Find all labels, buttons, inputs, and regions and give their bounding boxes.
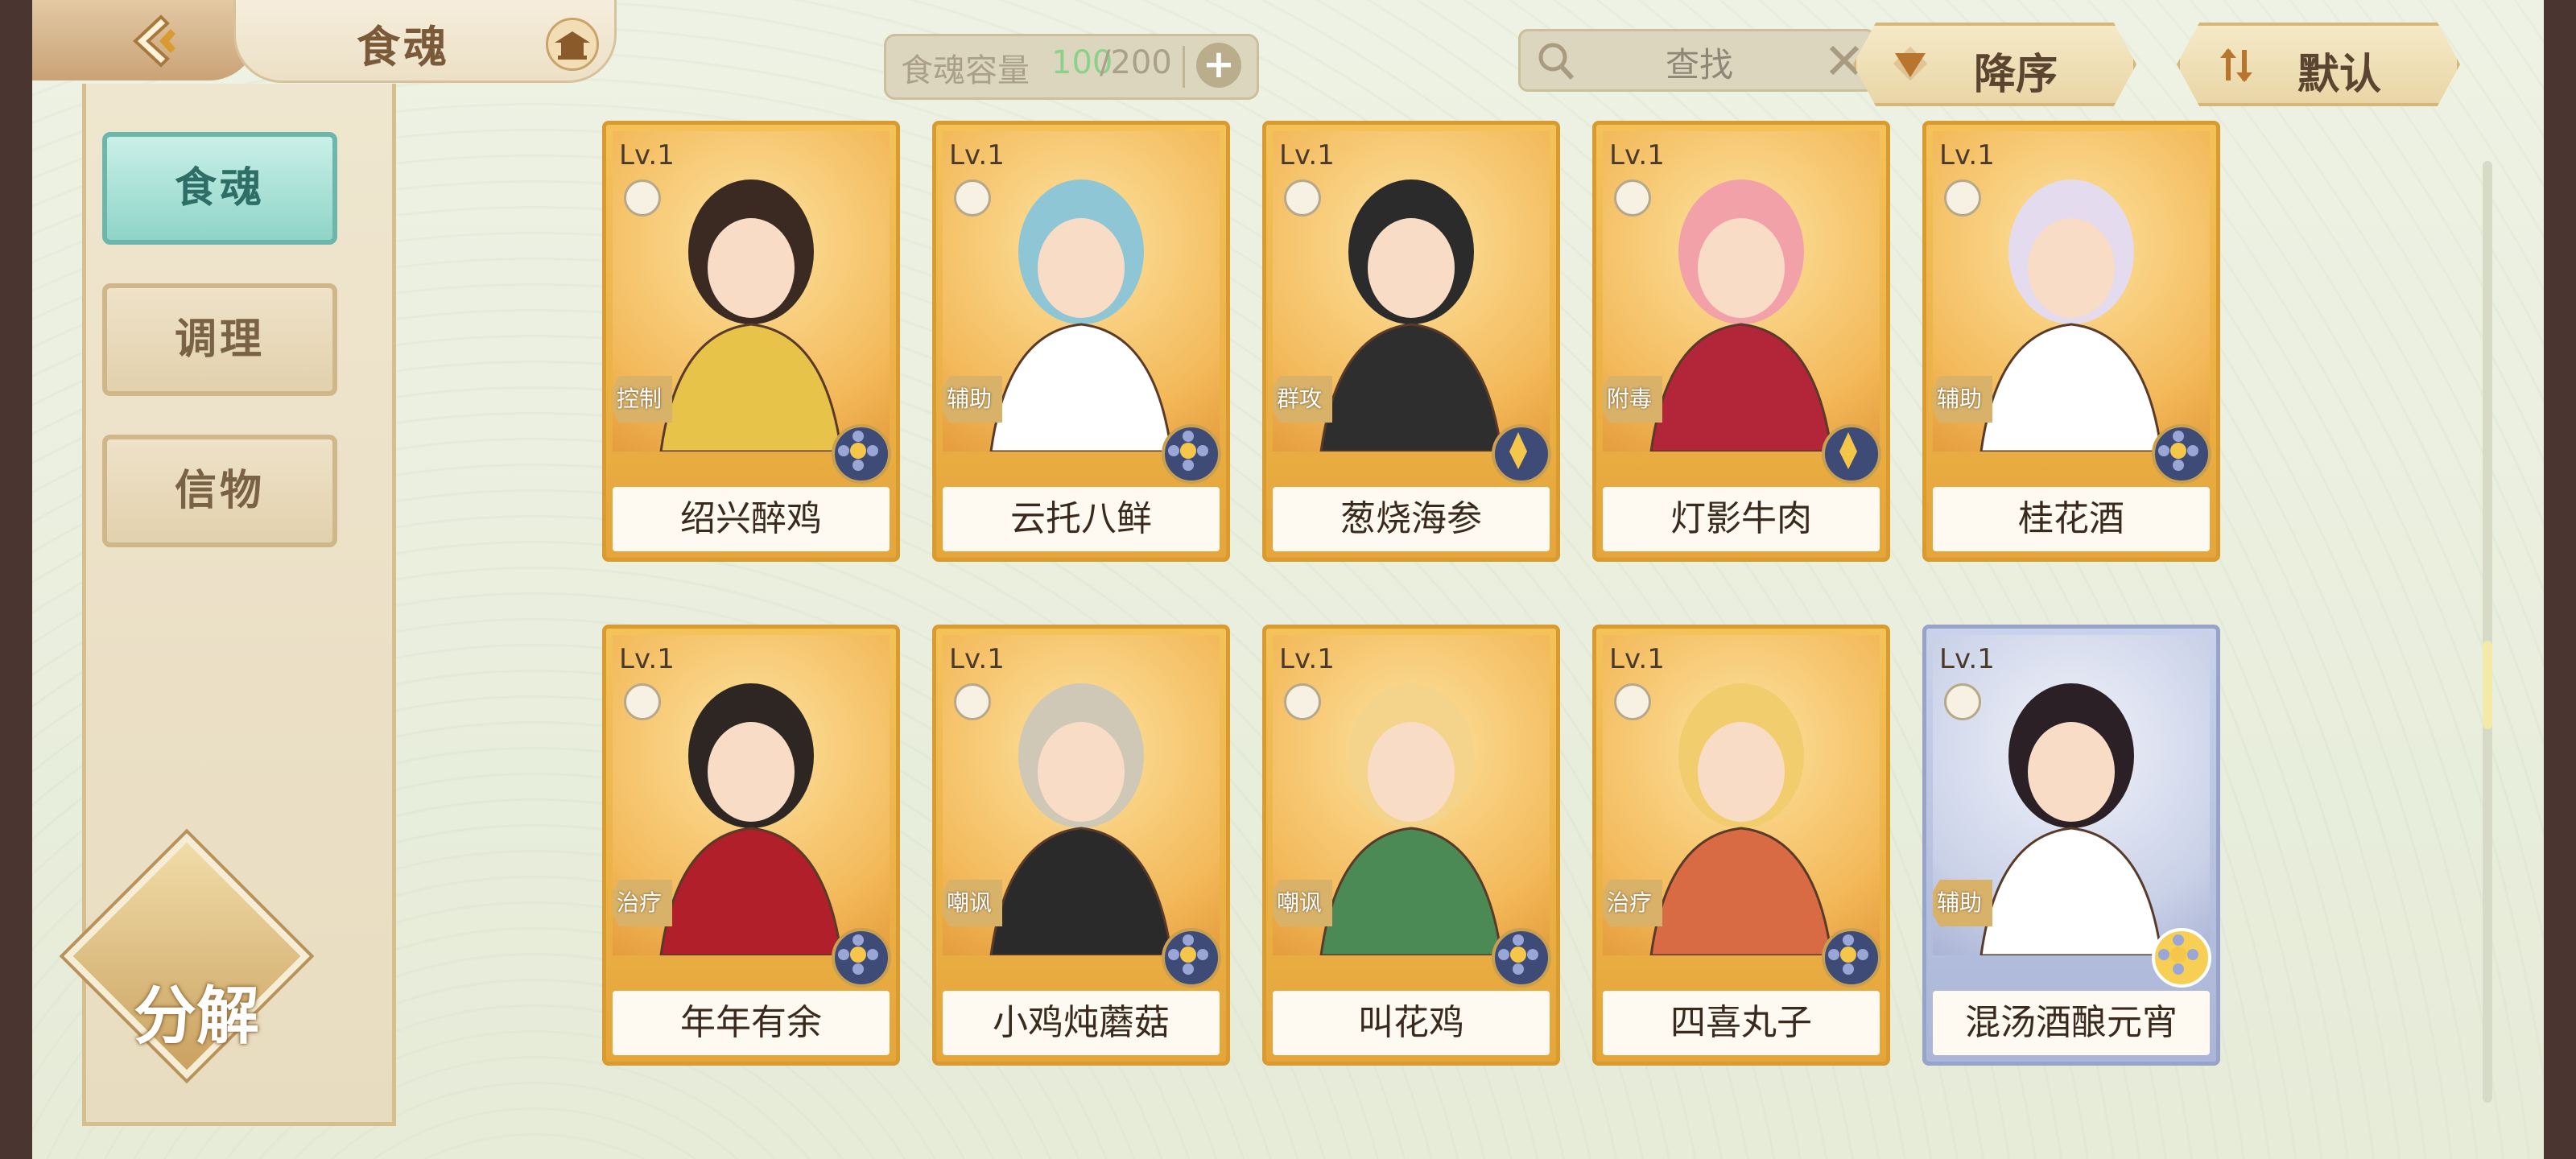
- role-badge: 嘲讽: [943, 880, 1002, 926]
- search-input[interactable]: 查找: [1518, 29, 1876, 92]
- sort-order-label: 降序: [1974, 50, 2058, 99]
- food-soul-card[interactable]: Lv.1 治疗 ●●●●● 四喜丸子: [1592, 625, 1890, 1066]
- game-screen: 食魂 食魂容量 100 /200 + 查找 降序 默认 食魂 调理 信物 分解 …: [32, 0, 2544, 1159]
- element-icon: [1822, 928, 1881, 988]
- food-soul-card[interactable]: Lv.1 嘲讽 ●●●●● 叫花鸡: [1262, 625, 1560, 1066]
- bowl-icon: [1944, 683, 1981, 720]
- tab-food-souls[interactable]: 食魂: [102, 132, 337, 245]
- bowl-icon: [624, 683, 661, 720]
- character-portrait: Lv.1 附毒 ●●●●●: [1603, 131, 1880, 452]
- character-portrait: Lv.1 辅助 ●●●●●: [1933, 131, 2210, 452]
- food-soul-card[interactable]: Lv.1 群攻 ●●●●● 葱烧海参: [1262, 121, 1560, 562]
- bowl-icon: [624, 179, 661, 217]
- bowl-icon: [1614, 683, 1651, 720]
- level-label: Lv.1: [1939, 139, 1995, 171]
- element-icon: [832, 424, 891, 484]
- element-icon: [2152, 424, 2211, 484]
- scrollbar-thumb[interactable]: [2483, 641, 2492, 729]
- pavilion-icon[interactable]: [546, 18, 599, 71]
- character-portrait: Lv.1 嘲讽 ●●●●●: [943, 635, 1220, 955]
- sort-order-button[interactable]: 降序: [1853, 23, 2136, 106]
- food-soul-card[interactable]: Lv.1 嘲讽 ●●●●● 小鸡炖蘑菇: [932, 625, 1230, 1066]
- expand-capacity-button[interactable]: +: [1196, 43, 1241, 88]
- level-label: Lv.1: [619, 643, 675, 675]
- card-name: 混汤酒酿元宵: [1933, 991, 2210, 1055]
- decompose-label: 分解: [133, 980, 259, 1053]
- food-soul-card[interactable]: Lv.1 控制 ●●●●● 绍兴醉鸡: [602, 121, 900, 562]
- food-soul-card[interactable]: Lv.1 附毒 ●●●●● 灯影牛肉: [1592, 121, 1890, 562]
- search-placeholder: 查找: [1666, 45, 1734, 85]
- swap-arrows-icon: [2220, 48, 2252, 82]
- title-tab: 食魂: [233, 0, 617, 83]
- scrollbar-track[interactable]: [2483, 161, 2492, 1103]
- element-icon: [1822, 424, 1881, 484]
- element-icon: [2152, 928, 2211, 988]
- sort-mode-label: 默认: [2297, 50, 2382, 99]
- food-soul-card[interactable]: Lv.1 辅助 ●●●●● 混汤酒酿元宵: [1922, 625, 2220, 1066]
- level-label: Lv.1: [949, 139, 1005, 171]
- food-soul-card[interactable]: Lv.1 辅助 ●●●●● 桂花酒: [1922, 121, 2220, 562]
- card-name: 年年有余: [613, 991, 890, 1055]
- bowl-icon: [954, 179, 991, 217]
- role-badge: 嘲讽: [1273, 880, 1332, 926]
- tab-tokens[interactable]: 信物: [102, 435, 337, 547]
- search-icon: [1538, 43, 1575, 80]
- character-portrait: Lv.1 群攻 ●●●●●: [1273, 131, 1550, 452]
- character-portrait: Lv.1 辅助 ●●●●●: [1933, 635, 2210, 955]
- level-label: Lv.1: [1609, 139, 1665, 171]
- role-badge: 控制: [613, 376, 672, 423]
- element-icon: [1492, 928, 1551, 988]
- bowl-icon: [1614, 179, 1651, 217]
- capacity-counter: 食魂容量 100 /200 +: [884, 34, 1259, 100]
- card-name: 四喜丸子: [1603, 991, 1880, 1055]
- bowl-icon: [1284, 683, 1321, 720]
- role-badge: 辅助: [1933, 376, 1992, 423]
- level-label: Lv.1: [1939, 643, 1995, 675]
- element-icon: [1162, 424, 1221, 484]
- back-arrow-icon: [133, 14, 175, 68]
- bowl-icon: [954, 683, 991, 720]
- character-portrait: Lv.1 控制 ●●●●●: [613, 131, 890, 452]
- food-soul-card[interactable]: Lv.1 治疗 ●●●●● 年年有余: [602, 625, 900, 1066]
- element-icon: [832, 928, 891, 988]
- character-portrait: Lv.1 治疗 ●●●●●: [613, 635, 890, 955]
- level-label: Lv.1: [1279, 139, 1335, 171]
- tab-recipes[interactable]: 调理: [102, 283, 337, 396]
- level-label: Lv.1: [949, 643, 1005, 675]
- sort-mode-button[interactable]: 默认: [2177, 23, 2460, 106]
- card-name: 灯影牛肉: [1603, 487, 1880, 551]
- level-label: Lv.1: [1609, 643, 1665, 675]
- role-badge: 群攻: [1273, 376, 1332, 423]
- page-title: 食魂: [357, 21, 450, 72]
- card-name: 葱烧海参: [1273, 487, 1550, 551]
- role-badge: 治疗: [613, 880, 672, 926]
- role-badge: 治疗: [1603, 880, 1662, 926]
- element-icon: [1162, 928, 1221, 988]
- element-icon: [1492, 424, 1551, 484]
- role-badge: 辅助: [943, 376, 1002, 423]
- role-badge: 附毒: [1603, 376, 1662, 423]
- level-label: Lv.1: [1279, 643, 1335, 675]
- back-button[interactable]: [32, 0, 258, 80]
- character-portrait: Lv.1 辅助 ●●●●●: [943, 131, 1220, 452]
- card-name: 小鸡炖蘑菇: [943, 991, 1220, 1055]
- capacity-max: /200: [1100, 44, 1172, 81]
- card-name: 叫花鸡: [1273, 991, 1550, 1055]
- card-name: 云托八鲜: [943, 487, 1220, 551]
- card-name: 桂花酒: [1933, 487, 2210, 551]
- capacity-label: 食魂容量: [901, 52, 1030, 89]
- divider: [1183, 46, 1185, 88]
- triangle-down-icon: [1893, 46, 1928, 81]
- role-badge: 辅助: [1933, 880, 1992, 926]
- bowl-icon: [1284, 179, 1321, 217]
- character-portrait: Lv.1 治疗 ●●●●●: [1603, 635, 1880, 955]
- level-label: Lv.1: [619, 139, 675, 171]
- card-name: 绍兴醉鸡: [613, 487, 890, 551]
- bowl-icon: [1944, 179, 1981, 217]
- food-soul-card[interactable]: Lv.1 辅助 ●●●●● 云托八鲜: [932, 121, 1230, 562]
- character-portrait: Lv.1 嘲讽 ●●●●●: [1273, 635, 1550, 955]
